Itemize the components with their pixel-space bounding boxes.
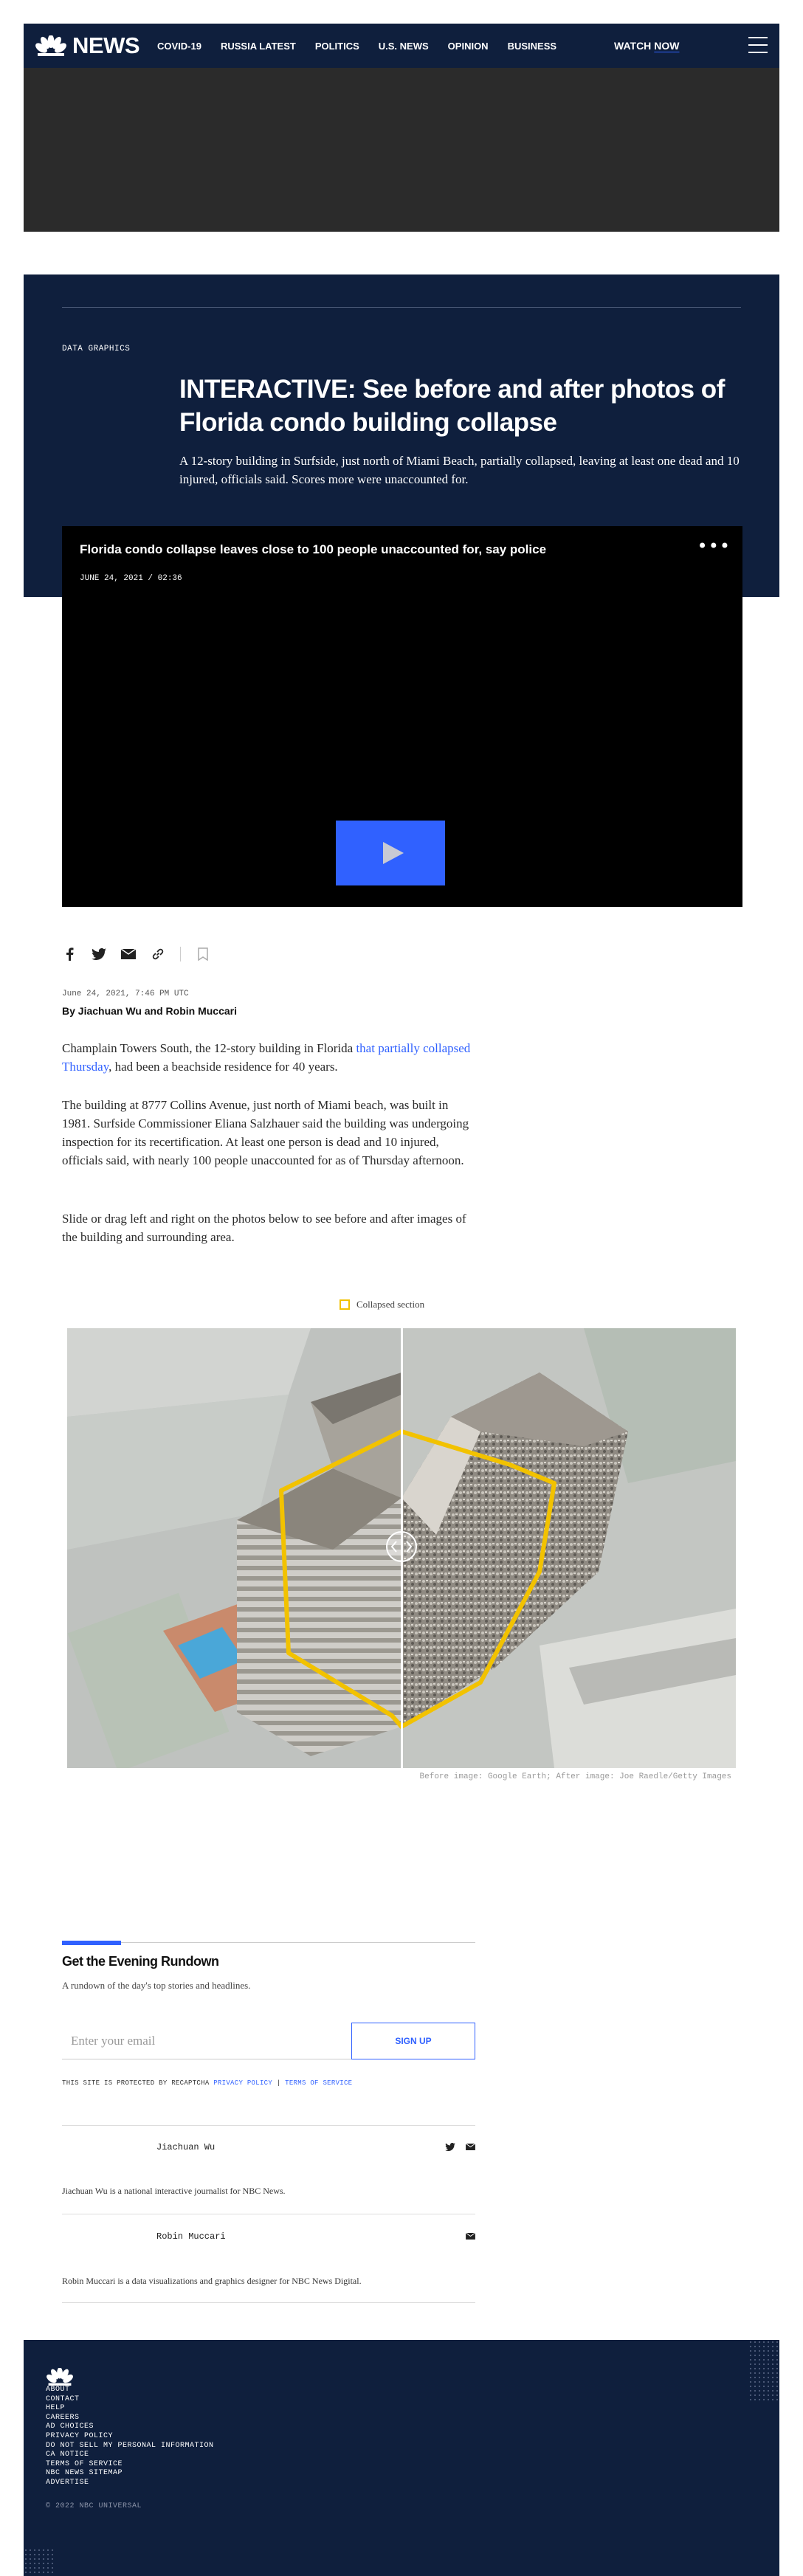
newsletter-title: Get the Evening Rundown — [62, 1954, 219, 1969]
nav-link-covid[interactable]: COVID-19 — [157, 41, 201, 52]
hero-divider — [62, 307, 741, 308]
byline: By Jiachuan Wu and Robin Muccari — [62, 1005, 238, 1017]
after-image — [402, 1328, 736, 1768]
decorative-dots — [748, 2340, 779, 2400]
footer-link-ad-choices[interactable]: AD CHOICES — [46, 2423, 214, 2432]
video-player[interactable]: Florida condo collapse leaves close to 1… — [62, 526, 742, 907]
collapsed-section-swatch — [340, 1299, 350, 1310]
primary-nav: COVID-19 RUSSIA LATEST POLITICS U.S. NEW… — [157, 41, 576, 52]
before-image — [67, 1328, 402, 1768]
footer-link-advertise[interactable]: ADVERTISE — [46, 2479, 214, 2488]
hamburger-menu-icon[interactable] — [748, 37, 768, 53]
ad-placeholder — [24, 68, 779, 232]
paragraph-text: Champlain Towers South, the 12-story bui… — [62, 1041, 356, 1055]
author-social-links — [435, 2143, 475, 2151]
privacy-policy-link[interactable]: PRIVACY POLICY — [213, 2079, 272, 2087]
video-date: JUNE 24, 2021 / 02:36 — [80, 574, 182, 583]
legend-label: Collapsed section — [356, 1299, 425, 1310]
facebook-icon[interactable] — [62, 947, 77, 961]
article-paragraph-2: The building at 8777 Collins Avenue, jus… — [62, 1098, 469, 1167]
nav-link-us-news[interactable]: U.S. NEWS — [379, 41, 429, 52]
email-icon[interactable] — [121, 947, 136, 961]
before-after-slider[interactable] — [67, 1328, 736, 1768]
footer-link-careers[interactable]: CAREERS — [46, 2414, 214, 2423]
nav-link-opinion[interactable]: OPINION — [448, 41, 489, 52]
recaptcha-notice: THIS SITE IS PROTECTED BY RECAPTCHA PRIV… — [62, 2079, 352, 2087]
decorative-dots — [24, 2548, 53, 2576]
page-title: INTERACTIVE: See before and after photos… — [179, 375, 725, 437]
article-dek: A 12-story building in Surfside, just no… — [179, 454, 740, 486]
email-icon[interactable] — [466, 2144, 475, 2150]
footer-link-ca-notice[interactable]: CA NOTICE — [46, 2451, 214, 2460]
nav-link-russia[interactable]: RUSSIA LATEST — [221, 41, 296, 52]
footer-link-help[interactable]: HELP — [46, 2404, 214, 2414]
email-field[interactable] — [62, 2023, 351, 2059]
logo-text: NEWS — [72, 32, 140, 58]
nav-link-politics[interactable]: POLITICS — [315, 41, 359, 52]
paragraph-text: , had been a beachside residence for 40 … — [108, 1060, 338, 1074]
recaptcha-text: THIS SITE IS PROTECTED BY RECAPTCHA — [62, 2079, 214, 2087]
footer-link-about[interactable]: ABOUT — [46, 2386, 214, 2395]
footer-link-terms[interactable]: TERMS OF SERVICE — [46, 2460, 214, 2470]
watch-now-link[interactable]: WATCH NOW — [614, 40, 680, 52]
site-header: NEWS COVID-19 RUSSIA LATEST POLITICS U.S… — [24, 24, 779, 68]
footer-link-contact[interactable]: CONTACT — [46, 2395, 214, 2405]
site-footer: ABOUT CONTACT HELP CAREERS AD CHOICES PR… — [24, 2340, 779, 2576]
newsletter-description: A rundown of the day's top stories and h… — [62, 1980, 251, 1991]
article-paragraph-1: Champlain Towers South, the 12-story bui… — [62, 1039, 475, 1076]
article-paragraph-3: Slide or drag left and right on the phot… — [62, 1212, 466, 1244]
recaptcha-separator: | — [272, 2079, 286, 2087]
twitter-icon[interactable] — [445, 2143, 455, 2151]
footer-link-sitemap[interactable]: NBC NEWS SITEMAP — [46, 2469, 214, 2479]
section-eyebrow[interactable]: DATA GRAPHICS — [62, 345, 130, 353]
bookmark-icon[interactable] — [196, 947, 210, 961]
play-icon — [383, 842, 404, 864]
twitter-icon[interactable] — [92, 947, 106, 961]
nbc-news-logo[interactable]: NEWS — [35, 32, 140, 59]
share-bar — [62, 947, 225, 961]
share-divider — [180, 947, 181, 961]
footer-links: ABOUT CONTACT HELP CAREERS AD CHOICES PR… — [46, 2386, 214, 2488]
newsletter-accent — [62, 1941, 121, 1945]
watch-label: WATCH — [614, 40, 652, 52]
more-options-icon[interactable]: ••• — [697, 537, 731, 555]
sign-up-button[interactable]: SIGN UP — [351, 2023, 475, 2059]
peacock-icon — [35, 35, 66, 56]
peacock-icon[interactable] — [46, 2368, 74, 2386]
author-name[interactable]: Jiachuan Wu — [156, 2142, 215, 2152]
author-bio: Jiachuan Wu is a national interactive jo… — [62, 2186, 286, 2196]
author-divider — [62, 2302, 475, 2303]
graphic-legend: Collapsed section — [340, 1299, 424, 1311]
footer-link-do-not-sell[interactable]: DO NOT SELL MY PERSONAL INFORMATION — [46, 2442, 214, 2451]
author-bio: Robin Muccari is a data visualizations a… — [62, 2276, 362, 2286]
copyright: © 2022 NBC UNIVERSAL — [46, 2502, 142, 2510]
newsletter-divider — [62, 1942, 475, 1943]
nav-link-business[interactable]: BUSINESS — [508, 41, 556, 52]
photo-credit: Before image: Google Earth; After image:… — [419, 1772, 731, 1781]
aerial-photo-comparison — [67, 1328, 736, 1768]
publish-date: June 24, 2021, 7:46 PM UTC — [62, 990, 189, 998]
play-button[interactable] — [336, 821, 445, 885]
video-title: Florida condo collapse leaves close to 1… — [80, 542, 547, 556]
watch-now-label: NOW — [654, 40, 680, 52]
email-icon[interactable] — [466, 2233, 475, 2240]
author-social-links — [455, 2233, 475, 2240]
terms-of-service-link[interactable]: TERMS OF SERVICE — [285, 2079, 352, 2087]
author-name[interactable]: Robin Muccari — [156, 2231, 226, 2242]
footer-link-privacy[interactable]: PRIVACY POLICY — [46, 2432, 214, 2442]
author-divider — [62, 2125, 475, 2126]
link-icon[interactable] — [151, 947, 165, 961]
